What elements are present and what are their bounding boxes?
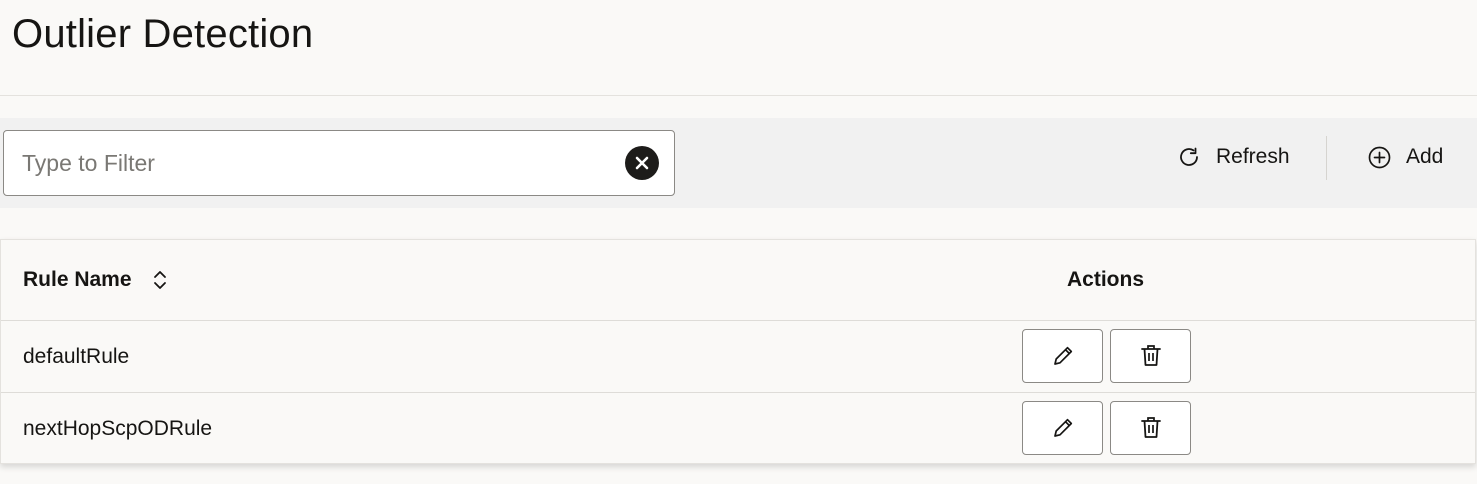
delete-button[interactable] [1110, 329, 1191, 383]
rules-table: Rule Name Actions defaultRule nextHopScp… [0, 239, 1476, 464]
page-header: Outlier Detection [0, 0, 1477, 96]
refresh-label: Refresh [1216, 145, 1290, 168]
trash-icon [1140, 345, 1161, 366]
column-header-actions: Actions [1067, 268, 1145, 291]
edit-icon [1053, 346, 1072, 365]
clear-circle-icon [635, 156, 649, 170]
trash-icon [1140, 417, 1161, 438]
rule-name-cell: defaultRule [23, 345, 130, 368]
column-header-label: Rule Name [23, 268, 132, 291]
add-label: Add [1406, 145, 1444, 168]
clear-filter-button[interactable] [625, 146, 659, 180]
column-header-rule-name[interactable]: Rule Name [23, 268, 168, 292]
refresh-icon [1180, 147, 1198, 166]
edit-button[interactable] [1022, 401, 1103, 455]
filter-input[interactable] [22, 131, 612, 195]
add-circle-icon [1368, 146, 1391, 168]
table-row: nextHopScpODRule [1, 393, 1475, 465]
add-button[interactable]: Add [1367, 134, 1443, 180]
refresh-button[interactable]: Refresh [1176, 134, 1290, 180]
toolbar-divider [1326, 136, 1327, 180]
table-row: defaultRule [1, 321, 1475, 393]
toolbar: Refresh Add [0, 118, 1477, 208]
delete-button[interactable] [1110, 401, 1191, 455]
rule-name-cell: nextHopScpODRule [23, 417, 213, 440]
sort-icon[interactable] [152, 268, 168, 292]
edit-button[interactable] [1022, 329, 1103, 383]
page-title: Outlier Detection [12, 12, 314, 56]
edit-icon [1053, 418, 1072, 437]
filter-box [3, 130, 675, 196]
table-header: Rule Name Actions [1, 240, 1475, 321]
